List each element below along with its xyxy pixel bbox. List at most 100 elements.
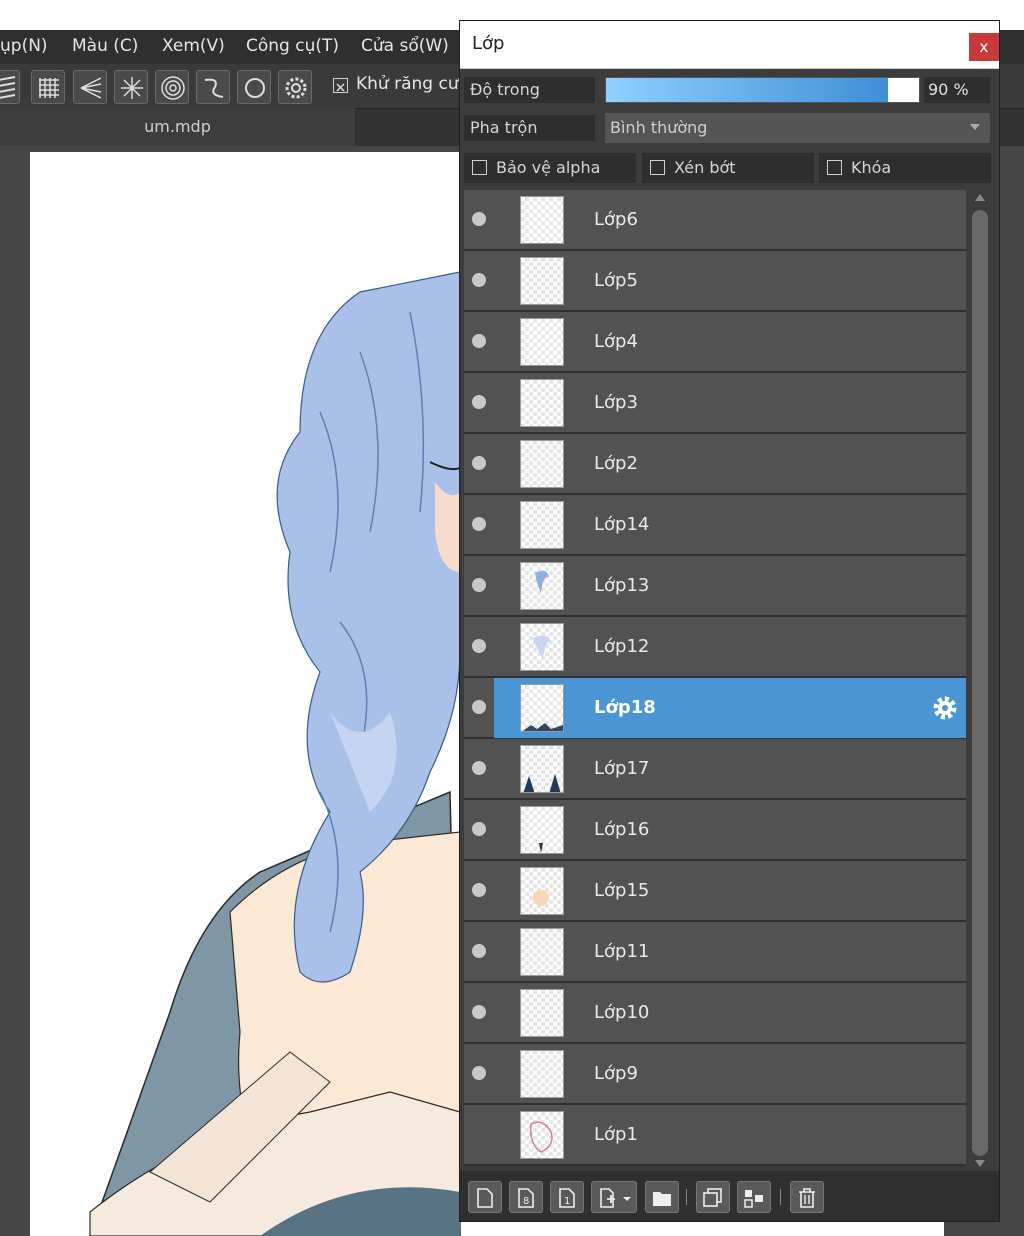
layer-row[interactable]: Lớp16 (464, 800, 966, 860)
layer-thumbnail (520, 501, 564, 549)
visibility-dot-icon[interactable] (472, 944, 486, 958)
new-folder-button[interactable] (645, 1181, 679, 1213)
layer-thumbnail (520, 257, 564, 305)
new-layer-button[interactable] (468, 1181, 502, 1213)
thumbnail-art (535, 570, 549, 593)
visibility-dot-icon[interactable] (472, 883, 486, 897)
layer-row[interactable]: Lớp13 (464, 556, 966, 616)
visibility-dot-icon[interactable] (472, 456, 486, 470)
new-8bit-layer-button[interactable]: 8 (509, 1181, 543, 1213)
merge-down-icon (744, 1190, 763, 1208)
ellipse-button[interactable] (237, 70, 271, 104)
visibility-dot-icon[interactable] (472, 395, 486, 409)
layer-row[interactable]: Lớp1 (464, 1105, 966, 1165)
visibility-dot-icon[interactable] (472, 334, 486, 348)
visibility-dot-icon[interactable] (472, 822, 486, 836)
visibility-dot-icon[interactable] (472, 639, 486, 653)
visibility-toggle[interactable] (472, 1127, 486, 1141)
layer-list-scrollbar[interactable] (968, 190, 992, 1170)
layer-row[interactable]: Lớp5 (464, 251, 966, 311)
layer-row[interactable]: Lớp4 (464, 312, 966, 372)
thumbnail-art (521, 319, 564, 366)
layer-list: Lớp6 Lớp5 Lớp4 Lớp3 Lớp2 Lớp14 Lớp13 Lớp12 Lớp18… (464, 190, 966, 1166)
layer-row[interactable]: Lớp6 (464, 190, 966, 250)
layer-panel: Lớp x Độ trong 90 % Pha trộn Bình thường… (459, 20, 1000, 1222)
layer-row[interactable]: Lớp3 (464, 373, 966, 433)
panel-title-bar[interactable]: Lớp x (460, 21, 999, 69)
visibility-dot-icon[interactable] (472, 517, 486, 531)
layer-row[interactable]: Lớp17 (464, 739, 966, 799)
opacity-value[interactable]: 90 % (924, 77, 990, 103)
hatch-ruler-button[interactable] (0, 70, 20, 104)
curve-button[interactable] (196, 70, 230, 104)
visibility-dot-icon[interactable] (472, 212, 486, 226)
delete-layer-button[interactable] (790, 1181, 824, 1213)
thumbnail-art (521, 380, 564, 427)
scroll-down-icon[interactable] (975, 1160, 985, 1167)
layer-thumbnail (520, 379, 564, 427)
add-layer-menu-button[interactable] (591, 1181, 637, 1213)
close-button[interactable]: x (969, 33, 999, 61)
layer-row[interactable]: Lớp10 (464, 983, 966, 1043)
menu-item-window[interactable]: Cửa sổ(W) (361, 36, 449, 56)
radial-button[interactable] (114, 70, 148, 104)
layer-row[interactable]: Lớp15 (464, 861, 966, 921)
perspective-button[interactable] (73, 70, 107, 104)
svg-text:1: 1 (564, 1196, 570, 1207)
new-1bit-layer-icon: 1 (559, 1188, 575, 1208)
toolbar-separator (686, 1189, 687, 1205)
visibility-dot-icon[interactable] (472, 578, 486, 592)
layer-thumbnail (520, 928, 564, 976)
menu-item-color[interactable]: Màu (C) (72, 36, 138, 56)
opacity-slider[interactable] (605, 77, 920, 103)
visibility-dot-icon[interactable] (472, 1005, 486, 1019)
perspective-icon (80, 77, 102, 99)
document-tab[interactable]: um.mdp (0, 108, 355, 146)
delete-layer-icon (799, 1188, 815, 1208)
layer-name: Lớp6 (594, 209, 638, 230)
protect-alpha-label: Bảo vệ alpha (496, 158, 601, 177)
ellipse-icon (245, 78, 265, 98)
concentric-button[interactable] (155, 70, 189, 104)
duplicate-layer-button[interactable] (696, 1181, 730, 1213)
new-folder-icon (653, 1192, 671, 1206)
scroll-up-icon[interactable] (975, 194, 985, 201)
protect-alpha-option[interactable]: Bảo vệ alpha (464, 153, 636, 183)
thumbnail-art (521, 258, 564, 305)
antialias-checkbox[interactable] (333, 78, 348, 93)
layer-settings-gear-icon[interactable] (930, 693, 960, 723)
layer-row[interactable]: Lớp12 (464, 617, 966, 677)
menu-item-layer[interactable]: ụp(N) (0, 36, 48, 56)
thumbnail-art (533, 890, 549, 906)
clipping-option[interactable]: Xén bớt (642, 153, 814, 183)
blend-mode-label: Pha trộn (464, 115, 595, 141)
protect-alpha-checkbox[interactable] (472, 160, 487, 175)
menu-item-view[interactable]: Xem(V) (162, 36, 225, 56)
lock-checkbox[interactable] (827, 160, 842, 175)
snap-settings-button[interactable] (278, 70, 312, 104)
lock-option[interactable]: Khóa (819, 153, 991, 183)
layer-row[interactable]: Lớp14 (464, 495, 966, 555)
menu-item-tools[interactable]: Công cụ(T) (246, 36, 339, 56)
gear-icon (285, 77, 307, 99)
new-1bit-layer-button[interactable]: 1 (550, 1181, 584, 1213)
hatch-icon (0, 76, 16, 99)
layer-thumbnail (520, 745, 564, 793)
grid-button[interactable] (31, 70, 65, 104)
merge-down-button[interactable] (737, 1181, 771, 1213)
thumbnail-art (521, 929, 564, 976)
layer-name: Lớp13 (594, 575, 650, 596)
visibility-dot-icon[interactable] (472, 761, 486, 775)
layer-row[interactable]: Lớp18 (464, 678, 966, 738)
layer-row[interactable]: Lớp11 (464, 922, 966, 982)
visibility-dot-icon[interactable] (472, 273, 486, 287)
clipping-checkbox[interactable] (650, 160, 665, 175)
visibility-dot-icon[interactable] (472, 1066, 486, 1080)
layer-row[interactable]: Lớp9 (464, 1044, 966, 1104)
new-layer-icon (477, 1188, 493, 1208)
curve-icon (204, 78, 224, 98)
blend-mode-select[interactable]: Bình thường (605, 113, 990, 143)
scrollbar-thumb[interactable] (972, 210, 988, 1156)
visibility-dot-icon[interactable] (472, 700, 486, 714)
layer-row[interactable]: Lớp2 (464, 434, 966, 494)
